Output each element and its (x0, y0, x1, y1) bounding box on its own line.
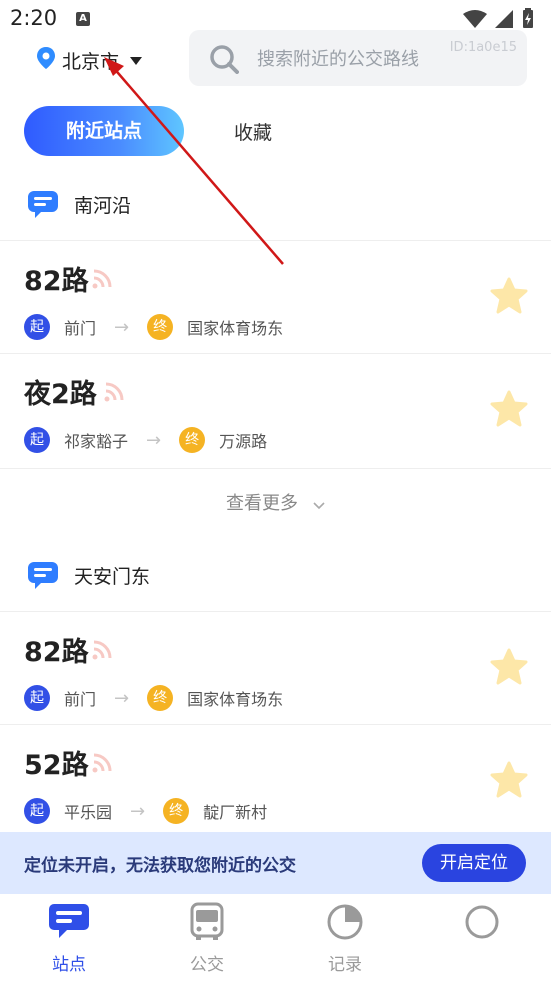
banner-message: 定位未开启，无法获取您附近的公交 (24, 856, 296, 876)
route-name: 82路 (24, 266, 89, 297)
end-stop: 靛厂新村 (203, 803, 268, 822)
favorite-star-icon[interactable] (489, 390, 529, 432)
realtime-signal-icon (90, 638, 114, 666)
nav-item-bus[interactable]: 公交 (147, 902, 267, 975)
start-badge: 起 (24, 685, 50, 711)
caret-down-icon (129, 51, 143, 70)
notification-a-icon: A (76, 12, 90, 26)
start-stop: 前门 (64, 319, 97, 338)
route-endpoints: 起 前门 → 终 国家体育场东 (24, 313, 283, 341)
route-name: 夜2路 (24, 379, 97, 410)
start-badge: 起 (24, 427, 50, 453)
see-more-button[interactable]: 查看更多 (0, 469, 551, 539)
end-stop: 国家体育场东 (187, 690, 284, 709)
arrow-right-icon: → (114, 316, 130, 338)
search-bar[interactable]: 搜索附近的公交路线 ID:1a0e15 (189, 30, 527, 86)
bus-stop-icon (27, 189, 59, 223)
arrow-right-icon: → (146, 429, 162, 451)
debug-id-label: ID:1a0e15 (449, 40, 517, 55)
tab-nearby-stations[interactable]: 附近站点 (24, 106, 184, 156)
nav-item-record[interactable]: 记录 (285, 902, 405, 975)
favorite-star-icon[interactable] (489, 761, 529, 803)
see-more-label: 查看更多 (225, 493, 298, 514)
location-disabled-banner: 定位未开启，无法获取您附近的公交 开启定位 (0, 832, 551, 894)
chevron-down-icon (313, 495, 325, 514)
route-row[interactable]: 82路 起 前门 → 终 国家体育场东 (0, 612, 551, 724)
route-name: 82路 (24, 637, 89, 668)
realtime-signal-icon (102, 380, 126, 408)
end-badge: 终 (147, 314, 174, 340)
arrow-right-icon: → (130, 800, 146, 822)
station-icon (47, 904, 91, 946)
battery-icon (523, 8, 533, 28)
signal-icon (495, 10, 513, 28)
route-name: 52路 (24, 750, 89, 781)
nav-item-station[interactable]: 站点 (9, 902, 129, 975)
station-name: 天安门东 (74, 566, 151, 588)
wifi-icon (463, 10, 487, 28)
station-header: 南河沿 (0, 175, 551, 233)
bus-stop-icon (27, 560, 59, 594)
favorite-star-icon[interactable] (489, 277, 529, 319)
start-stop: 祁家豁子 (64, 432, 129, 451)
city-selector[interactable]: 北京市 (36, 46, 143, 74)
nav-label: 公交 (190, 955, 224, 975)
location-pin-icon (36, 46, 56, 74)
route-endpoints: 起 平乐园 → 终 靛厂新村 (24, 797, 267, 825)
nav-item-profile[interactable] (422, 902, 542, 950)
route-endpoints: 起 前门 → 终 国家体育场东 (24, 684, 283, 712)
end-stop: 万源路 (219, 432, 268, 451)
search-icon (209, 44, 239, 78)
nav-label: 记录 (328, 955, 362, 975)
city-name: 北京市 (62, 50, 120, 73)
start-stop: 前门 (64, 690, 97, 709)
start-stop: 平乐园 (64, 803, 113, 822)
record-icon (323, 904, 367, 946)
favorite-star-icon[interactable] (489, 648, 529, 690)
start-badge: 起 (24, 798, 50, 824)
search-placeholder: 搜索附近的公交路线 (257, 49, 419, 70)
bus-icon (185, 902, 229, 946)
profile-icon (460, 905, 504, 946)
end-badge: 终 (147, 685, 174, 711)
bottom-nav: 站点 公交 记录 (0, 894, 551, 981)
end-badge: 终 (179, 427, 206, 453)
route-row[interactable]: 夜2路 起 祁家豁子 → 终 万源路 (0, 354, 551, 466)
tab-favorites[interactable]: 收藏 (234, 118, 272, 145)
route-row[interactable]: 82路 起 前门 → 终 国家体育场东 (0, 241, 551, 353)
realtime-signal-icon (90, 751, 114, 779)
realtime-signal-icon (90, 267, 114, 295)
station-name: 南河沿 (74, 195, 132, 217)
status-time: 2:20 (10, 6, 58, 30)
route-endpoints: 起 祁家豁子 → 终 万源路 (24, 426, 267, 454)
arrow-right-icon: → (114, 687, 130, 709)
header: 北京市 搜索附近的公交路线 ID:1a0e15 (0, 30, 551, 90)
end-stop: 国家体育场东 (187, 319, 284, 338)
route-row[interactable]: 52路 起 平乐园 → 终 靛厂新村 (0, 725, 551, 837)
station-header: 天安门东 (0, 546, 551, 604)
end-badge: 终 (163, 798, 190, 824)
nav-label: 站点 (52, 955, 86, 975)
tab-bar: 附近站点 收藏 (24, 106, 524, 156)
enable-location-button[interactable]: 开启定位 (422, 844, 526, 882)
start-badge: 起 (24, 314, 50, 340)
